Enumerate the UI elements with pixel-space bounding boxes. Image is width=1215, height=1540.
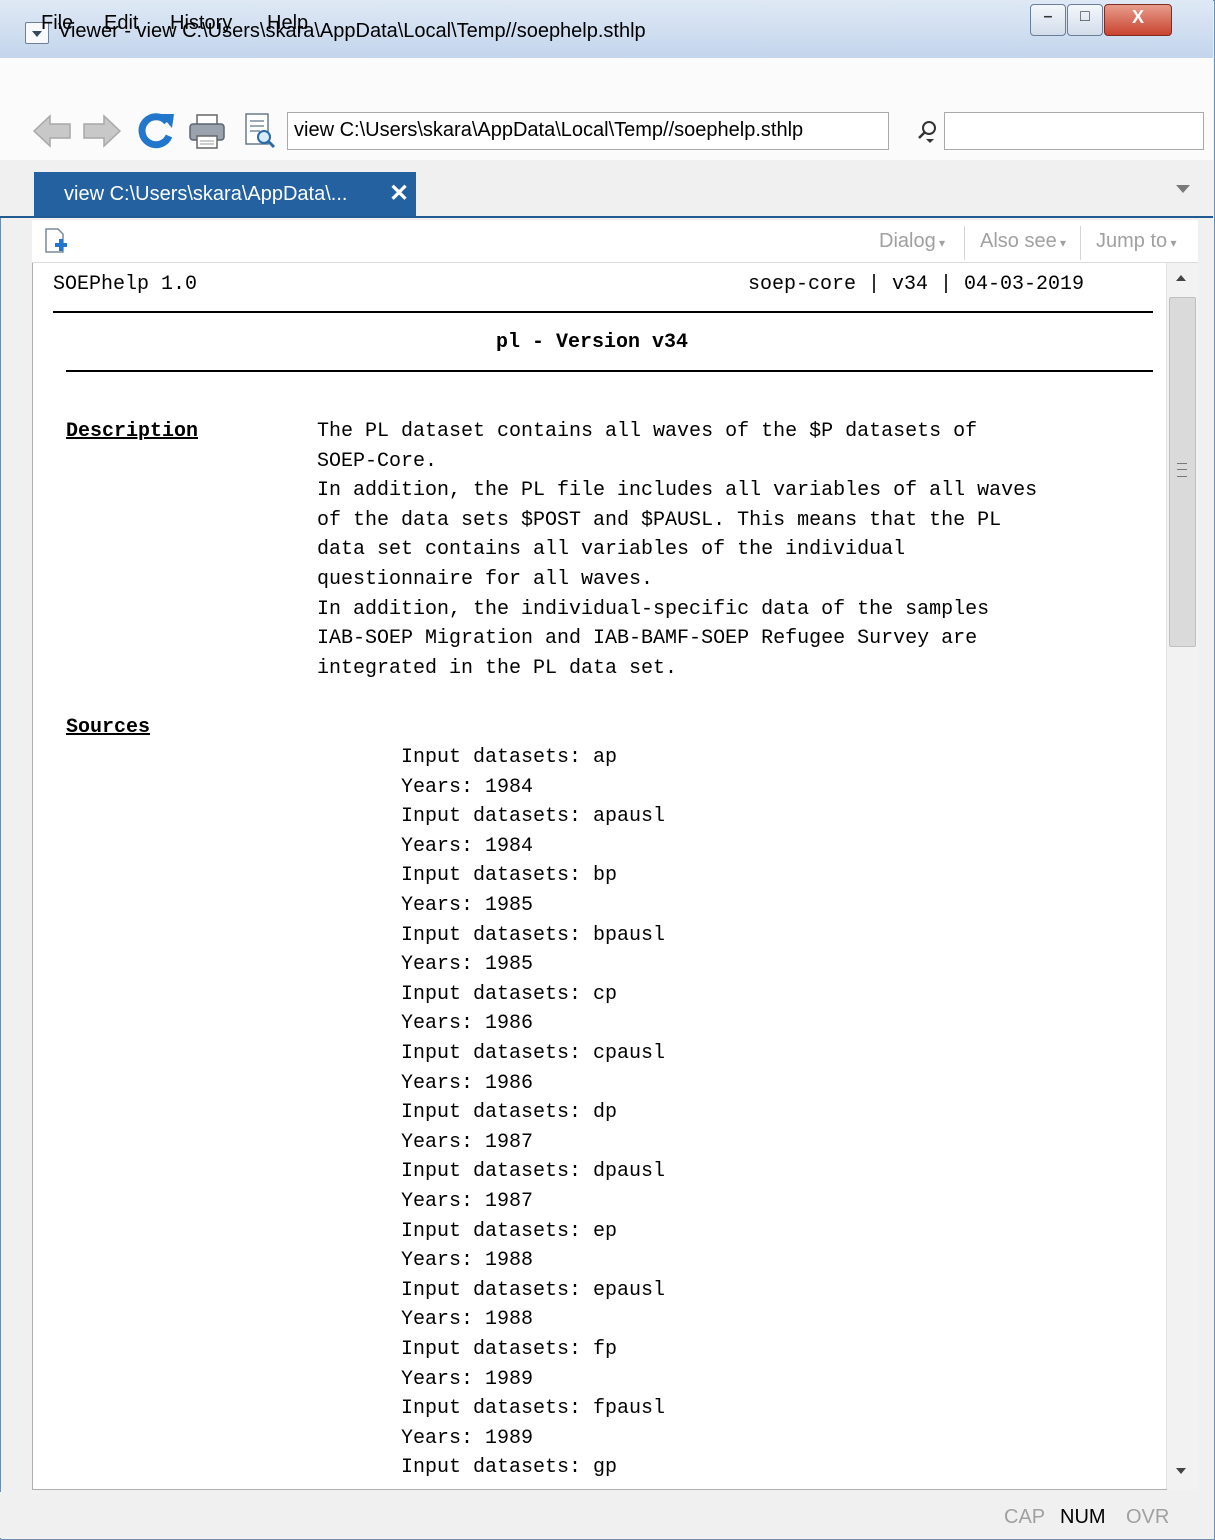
dialog-label: Dialog xyxy=(879,230,936,252)
source-years-line: Years: 1985 xyxy=(401,894,534,917)
source-dataset-line: Input datasets: dp xyxy=(401,1101,618,1125)
source-years-line: Years: 1989 xyxy=(401,1426,534,1450)
window-title: Viewer - view C:\Users\skara\AppData\Loc… xyxy=(58,20,646,42)
sources-heading: Sources xyxy=(66,716,151,739)
refresh-icon[interactable] xyxy=(136,110,176,150)
source-years-line: Years: 1986 xyxy=(401,1071,534,1095)
toolbar-separator xyxy=(964,226,965,260)
toolbar-separator xyxy=(1080,226,1081,260)
jump-to-menu[interactable]: Jump to ▾ xyxy=(1096,230,1177,253)
maximize-button[interactable]: □ xyxy=(1067,4,1103,36)
also-see-label: Also see xyxy=(980,230,1057,252)
source-years-line: Years: 1985 xyxy=(401,953,534,977)
source-dataset-line: Input datasets: cp xyxy=(401,982,618,1006)
tab-list-dropdown-icon[interactable] xyxy=(1176,185,1190,193)
source-dataset-line: Input datasets: ap xyxy=(401,746,618,769)
scroll-grip-icon xyxy=(1177,463,1187,477)
maximize-icon: □ xyxy=(1080,8,1090,25)
new-viewer-tab-icon[interactable] xyxy=(44,228,68,254)
description-line: In addition, the individual-specific dat… xyxy=(317,597,990,621)
scroll-up-arrow-icon[interactable] xyxy=(1176,275,1186,281)
source-dataset-line: Input datasets: cpausl xyxy=(401,1042,666,1065)
source-dataset-line: Input datasets: dpausl xyxy=(401,1160,666,1184)
also-see-dropdown-icon: ▾ xyxy=(1056,236,1067,250)
close-window-button[interactable]: X xyxy=(1104,4,1172,36)
source-years-line: Years: 1987 xyxy=(401,1190,534,1213)
menu-help[interactable]: Help xyxy=(267,12,308,35)
source-years-line: Years: 1987 xyxy=(401,1130,534,1154)
source-years-line: Years: 1989 xyxy=(401,1367,534,1391)
source-years-line: Years: 1988 xyxy=(401,1308,534,1332)
help-content[interactable]: SOEPhelp 1.0 soep-core | v34 | 04-03-201… xyxy=(32,263,1167,1490)
back-arrow-icon[interactable] xyxy=(32,113,72,149)
description-line: of the data sets $POST and $PAUSL. This … xyxy=(317,508,1002,532)
source-years-line: Years: 1984 xyxy=(401,775,534,799)
page-title: pl - Version v34 xyxy=(496,331,689,354)
tab-active-view[interactable]: view C:\Users\skara\AppData\... ✕ xyxy=(34,172,416,216)
search-icon[interactable] xyxy=(916,120,938,144)
source-years-line: Years: 1988 xyxy=(401,1249,534,1273)
search-input[interactable] xyxy=(944,112,1204,150)
status-num: NUM xyxy=(1060,1506,1106,1528)
source-dataset-line: Input datasets: fp xyxy=(401,1338,618,1361)
dialog-dropdown-icon: ▾ xyxy=(935,236,946,250)
description-heading: Description xyxy=(66,420,199,443)
also-see-menu[interactable]: Also see ▾ xyxy=(980,230,1066,253)
scroll-down-arrow-icon[interactable] xyxy=(1176,1468,1186,1474)
menu-bar xyxy=(0,58,1213,101)
product-version: SOEPhelp 1.0 xyxy=(53,273,198,296)
close-icon: X xyxy=(1131,7,1144,27)
description-line: The PL dataset contains all waves of the… xyxy=(317,420,978,443)
doc-meta: soep-core | v34 | 04-03-2019 xyxy=(748,273,1085,296)
divider xyxy=(53,311,1153,313)
description-line: integrated in the PL data set. xyxy=(317,656,678,680)
view-source-icon[interactable] xyxy=(244,112,276,150)
dialog-menu[interactable]: Dialog ▾ xyxy=(879,230,945,253)
source-dataset-line: Input datasets: apausl xyxy=(401,805,666,829)
status-ovr: OVR xyxy=(1126,1506,1170,1528)
description-line: In addition, the PL file includes all va… xyxy=(317,479,1038,503)
menu-file[interactable]: File xyxy=(41,12,73,35)
description-line: IAB-SOEP Migration and IAB-BAMF-SOEP Ref… xyxy=(317,627,978,651)
source-years-line: Years: 1986 xyxy=(401,1012,534,1036)
source-dataset-line: Input datasets: bp xyxy=(401,864,618,888)
source-dataset-line: Input datasets: fpausl xyxy=(401,1397,666,1421)
description-line: SOEP-Core. xyxy=(317,449,438,473)
minimize-button[interactable]: – xyxy=(1030,4,1066,36)
status-cap: CAP xyxy=(1004,1506,1046,1528)
source-dataset-line: Input datasets: gp xyxy=(401,1456,618,1480)
address-input[interactable]: view C:\Users\skara\AppData\Local\Temp//… xyxy=(287,112,889,150)
divider xyxy=(66,370,1153,372)
print-icon[interactable] xyxy=(188,114,226,150)
menu-edit[interactable]: Edit xyxy=(104,12,138,35)
forward-arrow-icon[interactable] xyxy=(82,113,122,149)
jump-to-dropdown-icon: ▾ xyxy=(1167,236,1177,250)
minimize-icon: – xyxy=(1043,8,1053,25)
source-dataset-line: Input datasets: bpausl xyxy=(401,923,666,947)
source-years-line: Years: 1984 xyxy=(401,834,534,858)
description-line: questionnaire for all waves. xyxy=(317,568,654,591)
menu-history[interactable]: History xyxy=(170,12,232,35)
source-dataset-line: Input datasets: epausl xyxy=(401,1278,666,1302)
source-dataset-line: Input datasets: ep xyxy=(401,1219,618,1243)
address-text: view C:\Users\skara\AppData\Local\Temp//… xyxy=(294,119,804,141)
tab-label: view C:\Users\skara\AppData\... xyxy=(64,183,348,205)
tab-close-icon[interactable]: ✕ xyxy=(389,179,409,208)
description-line: data set contains all variables of the i… xyxy=(317,538,906,562)
jump-to-label: Jump to xyxy=(1096,230,1168,252)
